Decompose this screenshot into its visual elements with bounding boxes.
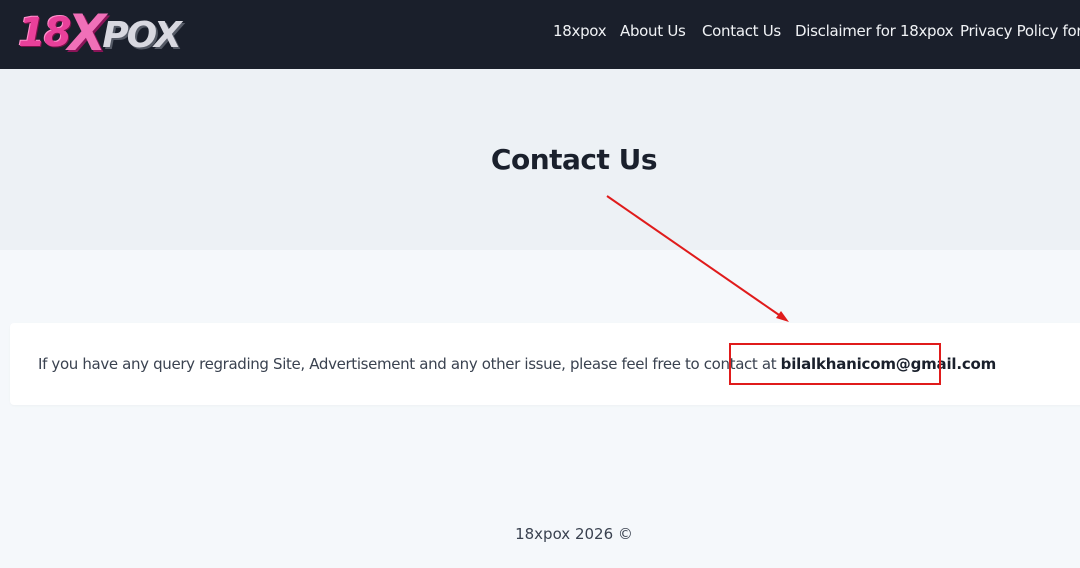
footer-copyright: 18xpox 2026 © [515, 525, 633, 543]
site-header: 18 X POX 18xpox About Us Contact Us Disc… [0, 0, 1080, 69]
annotation-highlight-box [729, 343, 941, 385]
nav-link-contact-us[interactable]: Contact Us [702, 22, 781, 40]
nav-link-about-us[interactable]: About Us [620, 22, 686, 40]
page-title: Contact Us [490, 143, 658, 176]
annotation-arrowhead [776, 311, 789, 322]
contact-text: If you have any query regrading Site, Ad… [38, 355, 781, 373]
nav-link-home[interactable]: 18xpox [553, 22, 607, 40]
main-nav: 18xpox About Us Contact Us Disclaimer fo… [0, 0, 1080, 69]
page-hero: Contact Us [0, 69, 1080, 250]
nav-link-disclaimer[interactable]: Disclaimer for 18xpox [795, 22, 954, 40]
nav-link-privacy-policy[interactable]: Privacy Policy for [960, 22, 1080, 40]
